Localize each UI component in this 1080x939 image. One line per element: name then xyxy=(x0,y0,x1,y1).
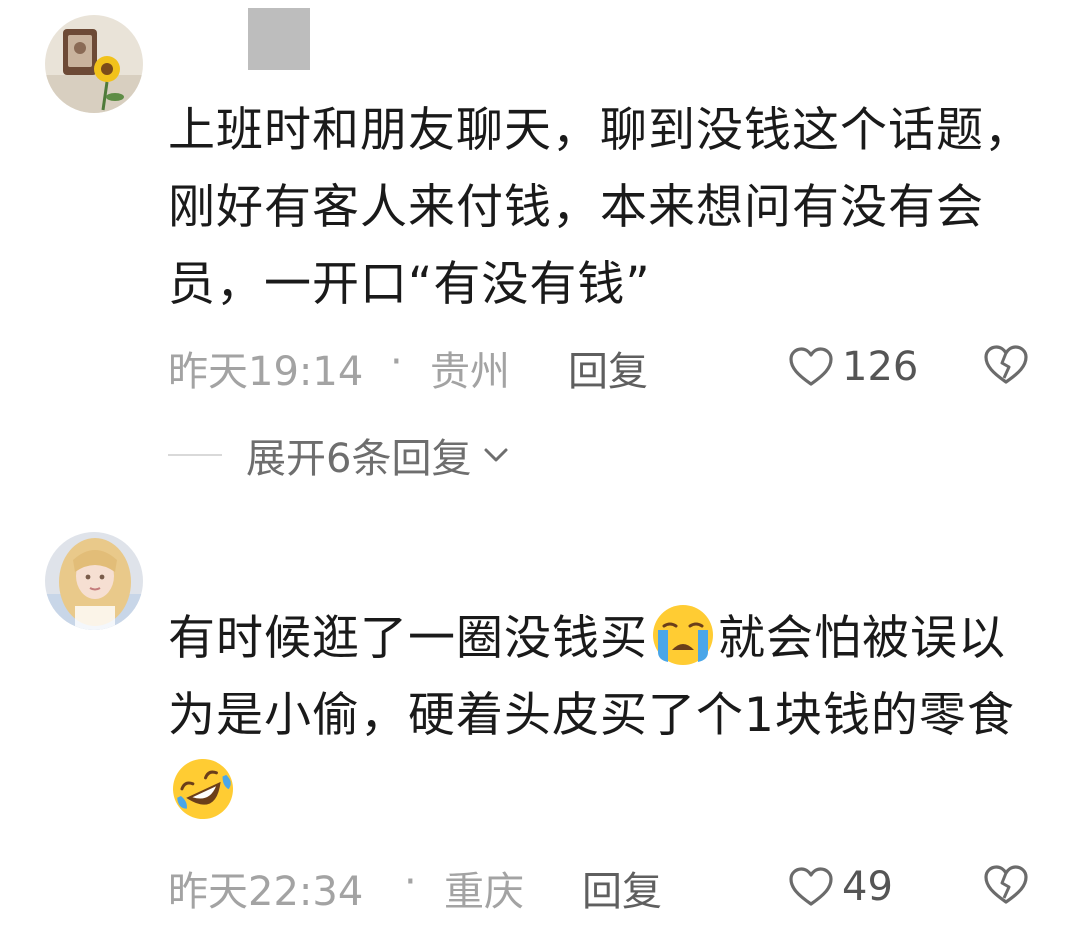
like-button[interactable]: 49 xyxy=(788,857,893,917)
comment-meta: 昨天19:14 · 贵州 回复 126 xyxy=(168,337,1038,397)
heart-icon xyxy=(789,347,833,386)
comment-item: 上班时和朋友聊天，聊到没钱这个话题，刚好有客人来付钱，本来想问有没有会员，一开口… xyxy=(0,0,1080,500)
like-button[interactable]: 126 xyxy=(788,337,918,397)
comment-text: 上班时和朋友聊天，聊到没钱这个话题，刚好有客人来付钱，本来想问有没有会员，一开口… xyxy=(168,92,1038,323)
comment-item: 有时候逛了一圈没钱买 就会怕被误以为是小偷，硬着头皮买了个1块钱的零食 昨天22… xyxy=(0,520,1080,939)
rolling-on-floor-laughing-icon xyxy=(173,759,233,819)
comment-time: 昨天22:34 xyxy=(168,869,364,915)
divider-line xyxy=(168,454,222,456)
chevron-down-icon xyxy=(484,448,508,462)
avatar-image xyxy=(45,532,143,630)
reply-button[interactable]: 回复 xyxy=(568,339,648,397)
avatar[interactable] xyxy=(45,532,143,630)
comment-text-part: 上班时和朋友聊天，聊到没钱这个话题，刚好有客人来付钱，本来想问有没有会员，一开口… xyxy=(168,103,1032,312)
comment-text: 有时候逛了一圈没钱买 就会怕被误以为是小偷，硬着头皮买了个1块钱的零食 xyxy=(168,600,1038,831)
like-count: 49 xyxy=(842,864,893,910)
like-count: 126 xyxy=(842,344,919,390)
comment-text-part: 有时候逛了一圈没钱买 xyxy=(168,611,648,666)
meta-separator: · xyxy=(404,859,417,905)
broken-heart-icon[interactable] xyxy=(983,342,1029,388)
expand-replies-label: 展开6条回复 xyxy=(246,436,472,482)
avatar[interactable] xyxy=(45,15,143,113)
heart-icon xyxy=(789,867,833,906)
comment-location: 贵州 xyxy=(430,349,510,395)
reply-button[interactable]: 回复 xyxy=(582,859,662,917)
loudly-crying-face-icon xyxy=(653,605,713,665)
expand-replies-button[interactable]: 展开6条回复 xyxy=(168,425,511,485)
comment-location: 重庆 xyxy=(444,869,524,915)
avatar-image xyxy=(45,15,143,113)
comment-time: 昨天19:14 xyxy=(168,349,364,395)
username-redacted xyxy=(248,8,310,70)
meta-separator: · xyxy=(390,339,403,385)
comment-meta: 昨天22:34 · 重庆 回复 49 xyxy=(168,857,1038,917)
broken-heart-icon[interactable] xyxy=(983,862,1029,908)
